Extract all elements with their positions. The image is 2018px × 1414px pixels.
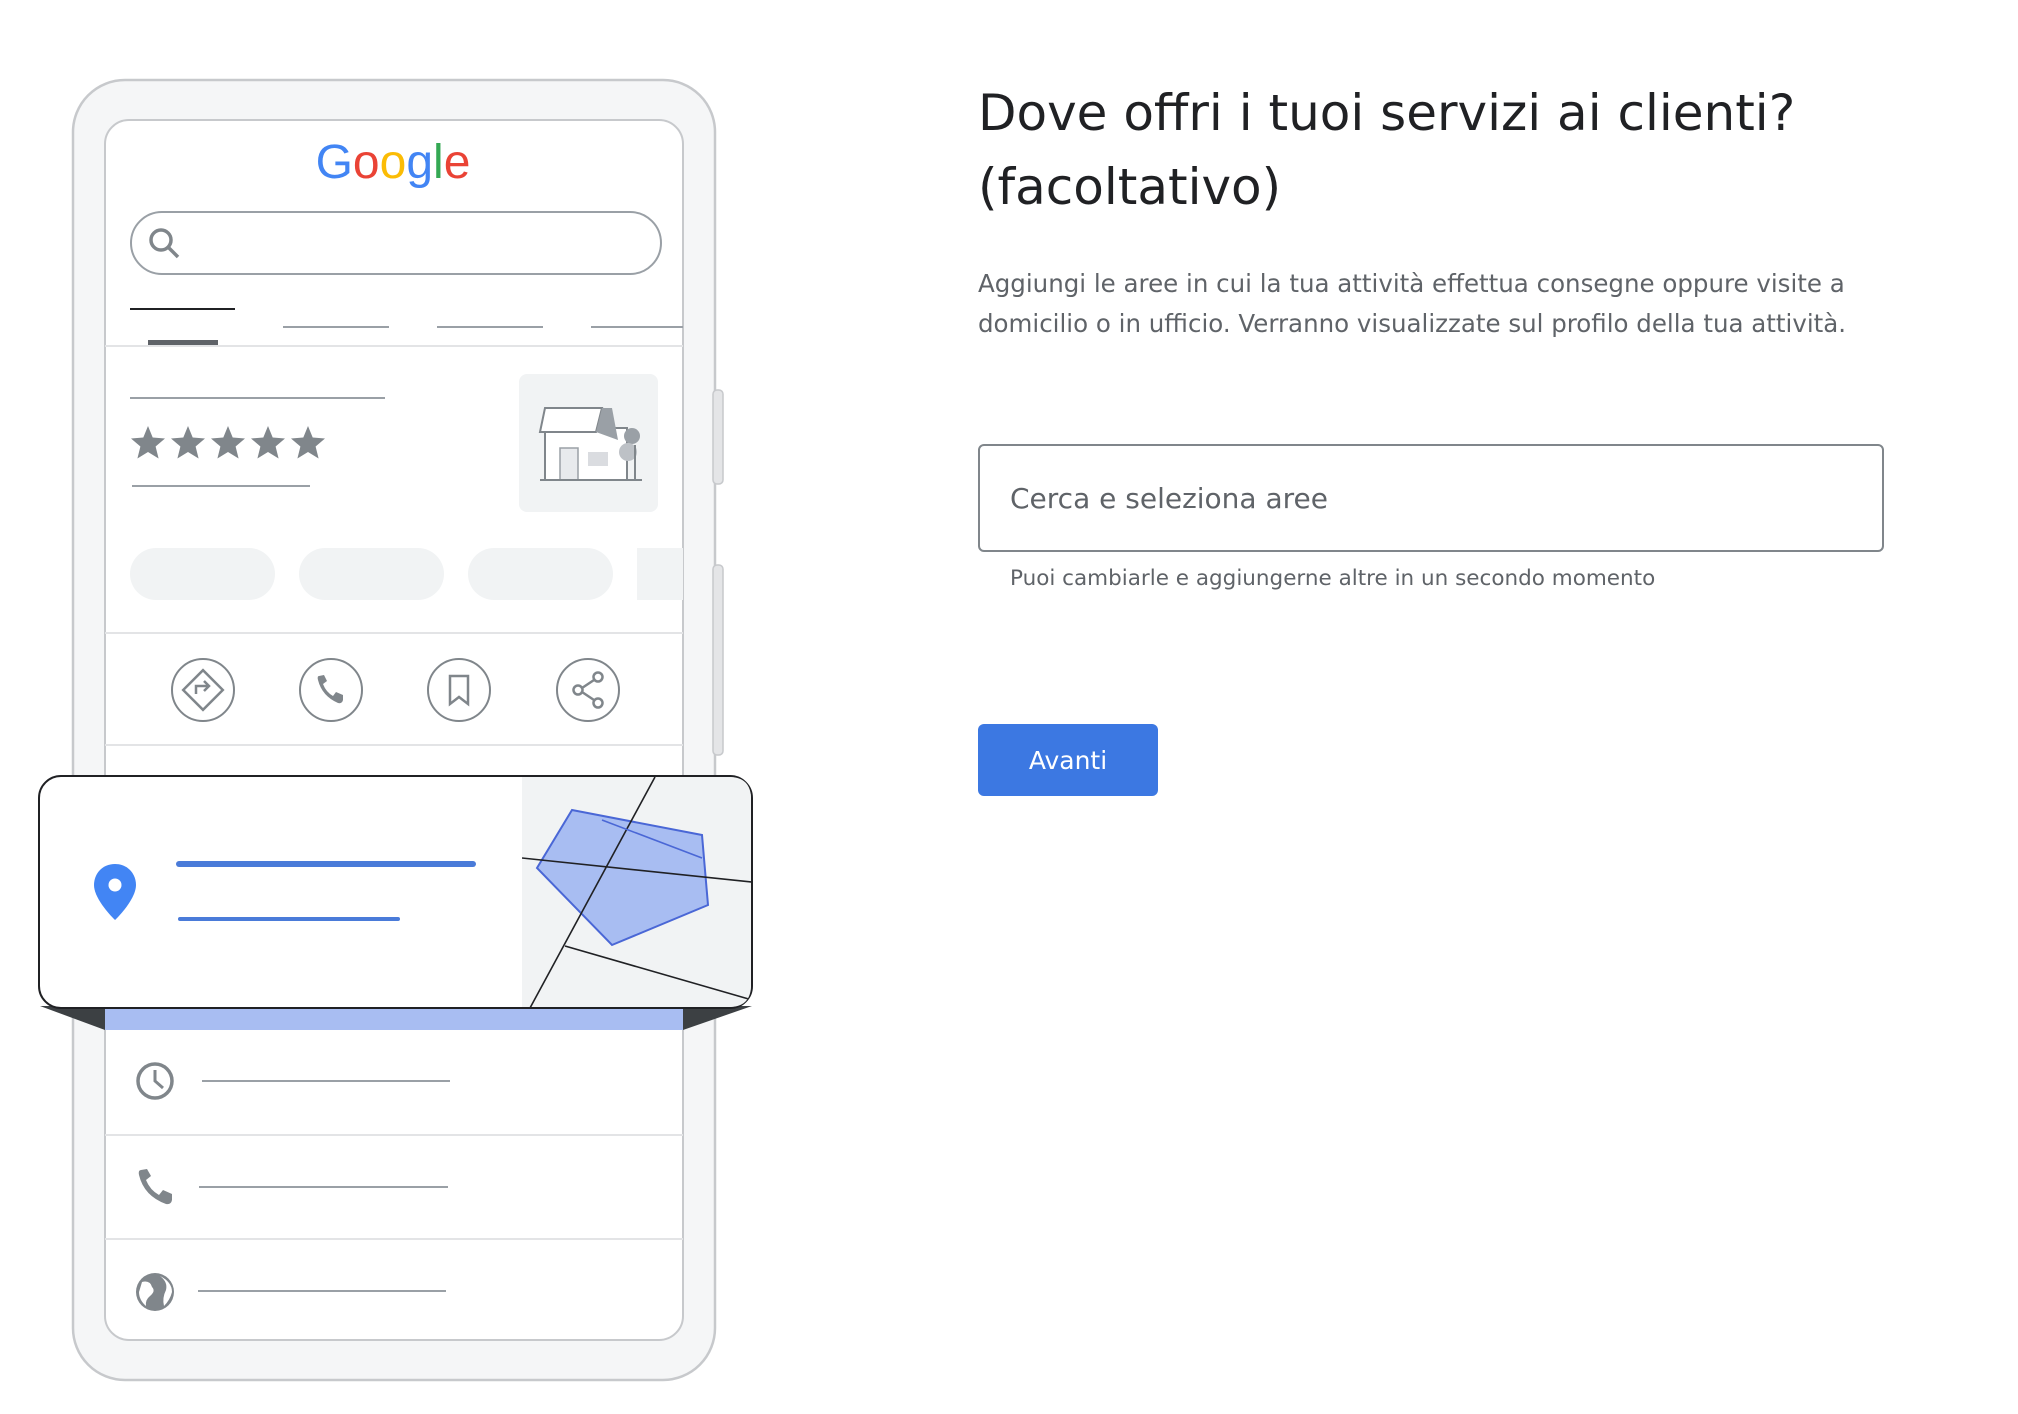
- share-icon: [556, 658, 620, 722]
- next-button[interactable]: Avanti: [978, 724, 1158, 796]
- globe-icon: [136, 1273, 174, 1311]
- page-title: Dove offri i tuoi servizi ai clienti? (f…: [978, 84, 1796, 216]
- phone-side-button: [712, 564, 724, 756]
- phone-side-button: [712, 389, 724, 485]
- bookmark-icon: [427, 658, 491, 722]
- directions-icon: [171, 658, 235, 722]
- helper-text: Puoi cambiarle e aggiungerne altre in un…: [1010, 566, 1656, 591]
- phone-icon: [299, 658, 363, 722]
- service-area-card: [38, 775, 753, 1009]
- mock-search-bar: [130, 211, 662, 275]
- page-description: Aggiungi le aree in cui la tua attività …: [978, 269, 1847, 338]
- business-profile-illustration: Google: [0, 0, 800, 1414]
- service-area-highlight: [105, 1006, 683, 1030]
- service-area-form: Dove offri i tuoi servizi ai clienti? (f…: [978, 76, 1898, 796]
- area-search-input[interactable]: [1010, 446, 1850, 550]
- storefront-thumbnail: [519, 374, 658, 512]
- service-area-map: [522, 777, 751, 1007]
- area-search-field[interactable]: [978, 444, 1884, 552]
- google-logo: Google: [316, 136, 471, 189]
- page: Google Dove offri i tuoi servizi ai clie…: [0, 0, 2018, 1414]
- phone-screen: [104, 119, 684, 1341]
